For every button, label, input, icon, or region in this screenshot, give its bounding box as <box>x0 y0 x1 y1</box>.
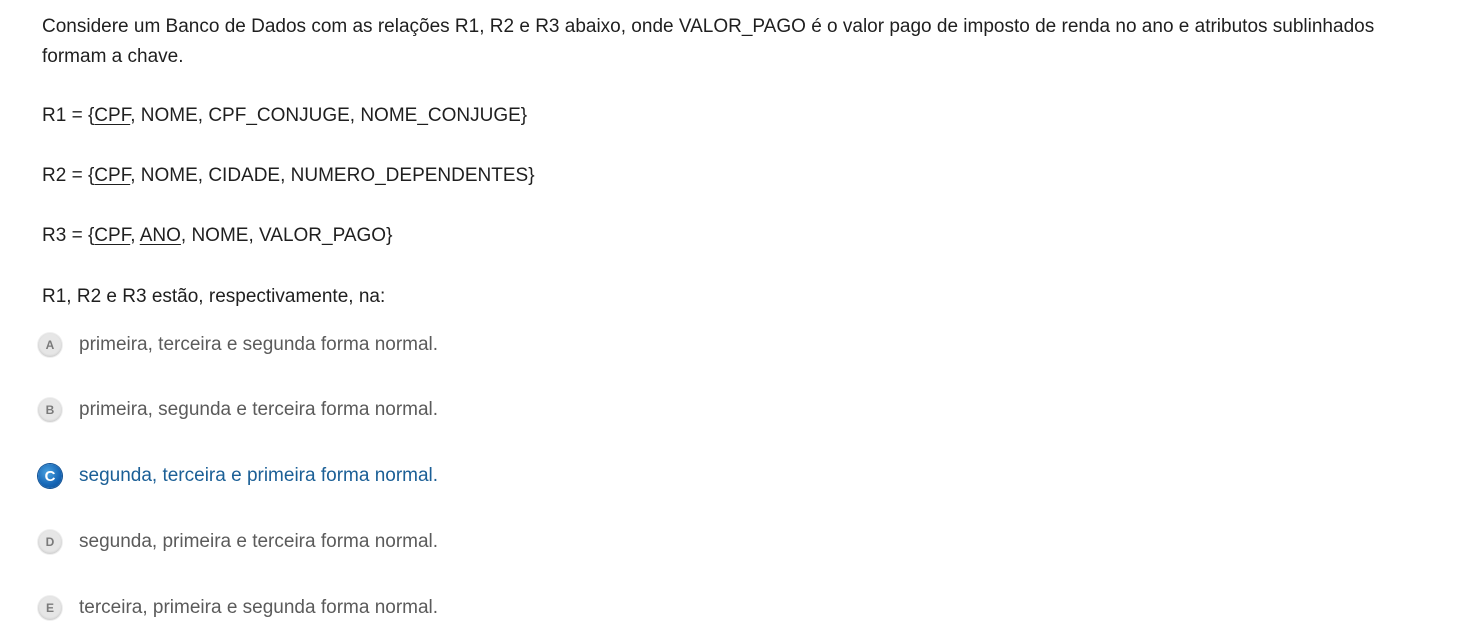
option-e[interactable]: E terceira, primeira e segunda forma nor… <box>38 589 438 627</box>
option-c[interactable]: C segunda, terceira e primeira forma nor… <box>38 457 438 495</box>
option-b-text: primeira, segunda e terceira forma norma… <box>79 399 439 420</box>
option-e-text: terceira, primeira e segunda forma norma… <box>79 597 439 618</box>
relation-r2-key-cpf: CPF <box>94 165 131 186</box>
relation-r2: R2 = {CPF, NOME, CIDADE, NUMERO_DEPENDEN… <box>42 161 535 191</box>
option-c-text: segunda, terceira e primeira forma norma… <box>79 465 439 486</box>
relation-r3-prefix: R3 = { <box>42 225 95 246</box>
option-a-letter-icon: A <box>38 333 62 357</box>
relation-r1-prefix: R1 = { <box>42 105 95 126</box>
relation-r3-attributes: , NOME, VALOR_PAGO} <box>180 225 393 246</box>
relation-r1-attributes: , NOME, CPF_CONJUGE, NOME_CONJUGE} <box>130 105 528 126</box>
relation-r1: R1 = {CPF, NOME, CPF_CONJUGE, NOME_CONJU… <box>42 101 527 131</box>
option-d-letter-icon: D <box>38 530 62 554</box>
option-a-text: primeira, terceira e segunda forma norma… <box>79 334 439 355</box>
relation-r2-prefix: R2 = { <box>42 165 95 186</box>
option-b-letter-icon: B <box>38 398 62 422</box>
question-intro: Considere um Banco de Dados com as relaç… <box>42 16 1375 67</box>
option-e-letter-icon: E <box>38 596 62 620</box>
option-c-letter-icon: C <box>38 464 62 488</box>
relation-r3: R3 = {CPF, ANO, NOME, VALOR_PAGO} <box>42 221 392 251</box>
option-d-text: segunda, primeira e terceira forma norma… <box>79 531 439 552</box>
relation-r3-separator: , <box>130 225 140 246</box>
option-b[interactable]: B primeira, segunda e terceira forma nor… <box>38 391 438 429</box>
option-d[interactable]: D segunda, primeira e terceira forma nor… <box>38 523 438 561</box>
relation-r1-key-cpf: CPF <box>94 105 131 126</box>
relation-r3-key-ano: ANO <box>139 225 181 246</box>
question-statement: Considere um Banco de Dados com as relaç… <box>42 12 1432 307</box>
relation-r2-attributes: , NOME, CIDADE, NUMERO_DEPENDENTES} <box>130 165 535 186</box>
relation-r3-key-cpf: CPF <box>94 225 131 246</box>
option-a[interactable]: A primeira, terceira e segunda forma nor… <box>38 326 438 364</box>
question-prompt: R1, R2 e R3 estão, respectivamente, na: <box>42 286 386 307</box>
